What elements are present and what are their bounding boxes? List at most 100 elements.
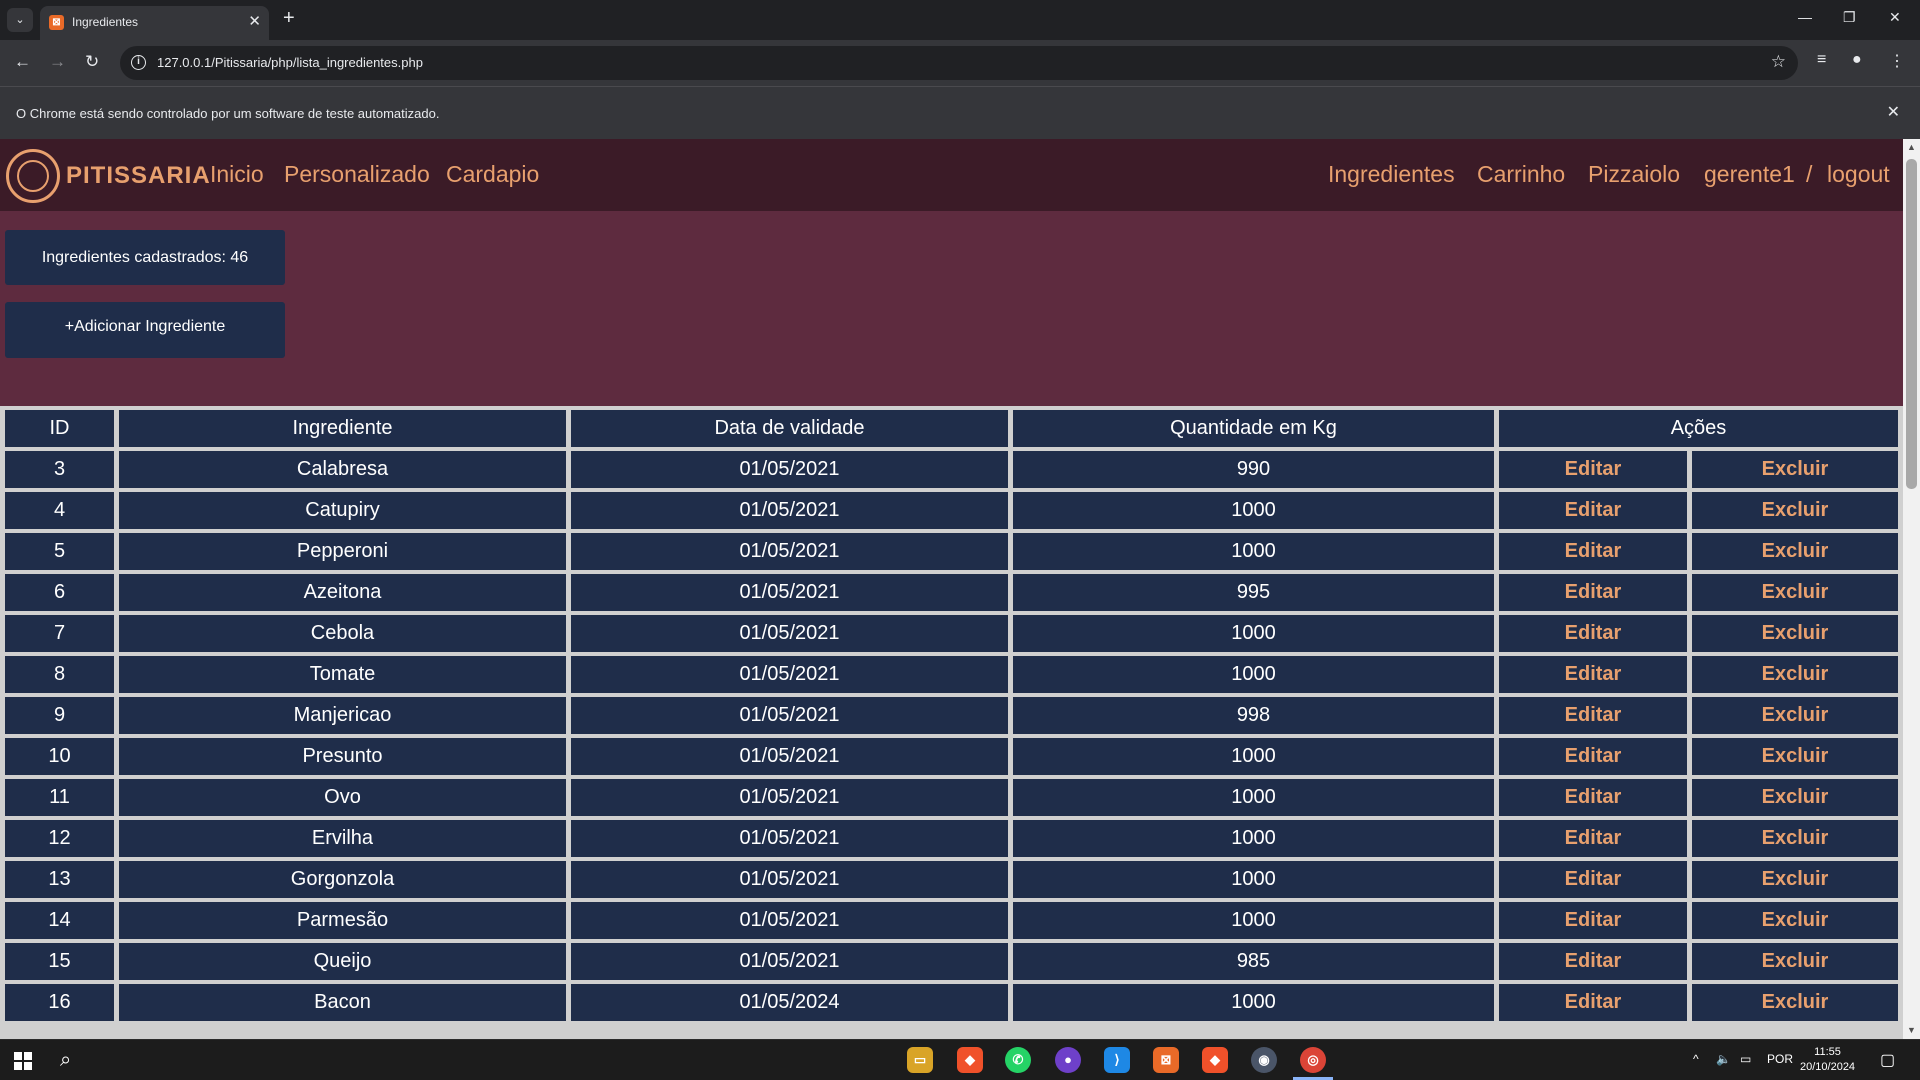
volume-icon[interactable]: 🔈 [1716, 1052, 1731, 1066]
delete-link[interactable]: Excluir [1692, 902, 1898, 939]
cell-data-validade: 01/05/2021 [571, 820, 1008, 857]
edit-link[interactable]: Editar [1499, 656, 1687, 693]
restore-icon[interactable]: ❐ [1843, 9, 1856, 26]
search-icon[interactable]: ⌕ [60, 1049, 71, 1072]
media-control-icon[interactable]: ≡ [1817, 51, 1826, 69]
tab-close-icon[interactable]: ✕ [248, 12, 261, 30]
brave-icon[interactable]: ◆ [957, 1047, 983, 1073]
cell-data-validade: 01/05/2021 [571, 779, 1008, 816]
scroll-down-icon[interactable]: ▼ [1907, 1025, 1916, 1035]
cell-data-validade: 01/05/2021 [571, 902, 1008, 939]
delete-link[interactable]: Excluir [1692, 451, 1898, 488]
add-ingredient-button[interactable]: +Adicionar Ingrediente [5, 302, 285, 358]
vscode-icon[interactable]: ⟩ [1104, 1047, 1130, 1073]
cell-ingrediente: Catupiry [119, 492, 566, 529]
notifications-icon[interactable]: ▢ [1880, 1050, 1895, 1070]
infobar-close-icon[interactable]: ✕ [1887, 102, 1900, 122]
scroll-up-icon[interactable]: ▲ [1907, 142, 1916, 152]
nav-carrinho[interactable]: Carrinho [1477, 161, 1565, 188]
cell-quantidade: 1000 [1013, 861, 1494, 898]
delete-link[interactable]: Excluir [1692, 615, 1898, 652]
edit-link[interactable]: Editar [1499, 492, 1687, 529]
tab-strip: ⌄ ⊠ Ingredientes ✕ + — ❐ ✕ [0, 0, 1920, 40]
edit-link[interactable]: Editar [1499, 533, 1687, 570]
xampp-icon[interactable]: ⊠ [1153, 1047, 1179, 1073]
edit-link[interactable]: Editar [1499, 943, 1687, 980]
table-row: 15 Queijo 01/05/2021 985 Editar Excluir [5, 943, 1898, 980]
edit-link[interactable]: Editar [1499, 738, 1687, 775]
reload-icon[interactable]: ↻ [85, 52, 99, 72]
edit-link[interactable]: Editar [1499, 861, 1687, 898]
tab-search-button[interactable]: ⌄ [7, 8, 33, 32]
cell-ingrediente: Parmesão [119, 902, 566, 939]
delete-link[interactable]: Excluir [1692, 697, 1898, 734]
delete-link[interactable]: Excluir [1692, 492, 1898, 529]
url-text[interactable]: 127.0.0.1/Pitissaria/php/lista_ingredien… [157, 55, 423, 70]
pizza-logo-icon[interactable] [6, 149, 60, 203]
back-icon[interactable]: ← [14, 52, 31, 72]
whatsapp-icon[interactable]: ✆ [1005, 1047, 1031, 1073]
delete-link[interactable]: Excluir [1692, 943, 1898, 980]
delete-link[interactable]: Excluir [1692, 861, 1898, 898]
browser-tab[interactable]: ⊠ Ingredientes ✕ [40, 6, 269, 40]
nav-logout[interactable]: logout [1827, 161, 1890, 188]
page-scrollbar[interactable]: ▲ ▼ [1903, 139, 1920, 1039]
table-row: 10 Presunto 01/05/2021 1000 Editar Excluir [5, 738, 1898, 775]
minimize-icon[interactable]: — [1798, 9, 1812, 25]
infobar-message: O Chrome está sendo controlado por um so… [16, 106, 440, 121]
scroll-thumb[interactable] [1906, 159, 1917, 489]
edit-link[interactable]: Editar [1499, 779, 1687, 816]
delete-link[interactable]: Excluir [1692, 984, 1898, 1021]
delete-link[interactable]: Excluir [1692, 820, 1898, 857]
edit-link[interactable]: Editar [1499, 574, 1687, 611]
table-row: 14 Parmesão 01/05/2021 1000 Editar Excluir [5, 902, 1898, 939]
cell-data-validade: 01/05/2021 [571, 738, 1008, 775]
windows-start-icon[interactable] [14, 1052, 32, 1070]
tray-chevron-icon[interactable]: ^ [1693, 1052, 1699, 1066]
site-logo-text[interactable]: PITISSARIA [66, 162, 211, 190]
chrome-icon[interactable]: ◎ [1300, 1047, 1326, 1073]
header-ingrediente: Ingrediente [119, 410, 566, 447]
table-row: 7 Cebola 01/05/2021 1000 Editar Excluir [5, 615, 1898, 652]
nav-user[interactable]: gerente1 [1704, 161, 1795, 188]
nav-inicio[interactable]: Inicio [210, 161, 264, 188]
profile-icon[interactable]: ● [1852, 51, 1862, 69]
bookmark-star-icon[interactable]: ☆ [1771, 52, 1786, 72]
nav-personalizado[interactable]: Personalizado [284, 161, 430, 188]
edit-link[interactable]: Editar [1499, 451, 1687, 488]
delete-link[interactable]: Excluir [1692, 574, 1898, 611]
delete-link[interactable]: Excluir [1692, 533, 1898, 570]
edit-link[interactable]: Editar [1499, 820, 1687, 857]
edit-link[interactable]: Editar [1499, 697, 1687, 734]
address-bar[interactable]: i 127.0.0.1/Pitissaria/php/lista_ingredi… [120, 46, 1798, 80]
nav-cardapio[interactable]: Cardapio [446, 161, 539, 188]
delete-link[interactable]: Excluir [1692, 738, 1898, 775]
delete-link[interactable]: Excluir [1692, 656, 1898, 693]
edit-link[interactable]: Editar [1499, 615, 1687, 652]
browser-toolbar: ← → ↻ i 127.0.0.1/Pitissaria/php/lista_i… [0, 40, 1920, 86]
nav-pizzaiolo[interactable]: Pizzaiolo [1588, 161, 1680, 188]
new-tab-button[interactable]: + [283, 7, 295, 30]
file-explorer-icon[interactable]: ▭ [907, 1047, 933, 1073]
steam-icon[interactable]: ◉ [1251, 1047, 1277, 1073]
system-clock[interactable]: 11:55 20/10/2024 [1800, 1045, 1855, 1075]
close-window-icon[interactable]: ✕ [1889, 9, 1901, 26]
cell-ingrediente: Tomate [119, 656, 566, 693]
github-desktop-icon[interactable]: ● [1055, 1047, 1081, 1073]
tab-title: Ingredientes [72, 15, 139, 29]
cell-id: 4 [5, 492, 114, 529]
cell-quantidade: 1000 [1013, 656, 1494, 693]
delete-link[interactable]: Excluir [1692, 779, 1898, 816]
cell-quantidade: 1000 [1013, 533, 1494, 570]
nav-separator: / [1806, 161, 1813, 187]
cell-data-validade: 01/05/2021 [571, 656, 1008, 693]
forward-icon[interactable]: → [49, 52, 66, 72]
edit-link[interactable]: Editar [1499, 902, 1687, 939]
network-icon[interactable]: ▭ [1740, 1052, 1751, 1066]
brave-beta-icon[interactable]: ◆ [1202, 1047, 1228, 1073]
menu-kebab-icon[interactable]: ⋮ [1889, 51, 1905, 71]
nav-ingredientes[interactable]: Ingredientes [1328, 161, 1455, 188]
language-indicator[interactable]: POR [1767, 1052, 1793, 1066]
site-info-icon[interactable]: i [131, 55, 146, 70]
edit-link[interactable]: Editar [1499, 984, 1687, 1021]
